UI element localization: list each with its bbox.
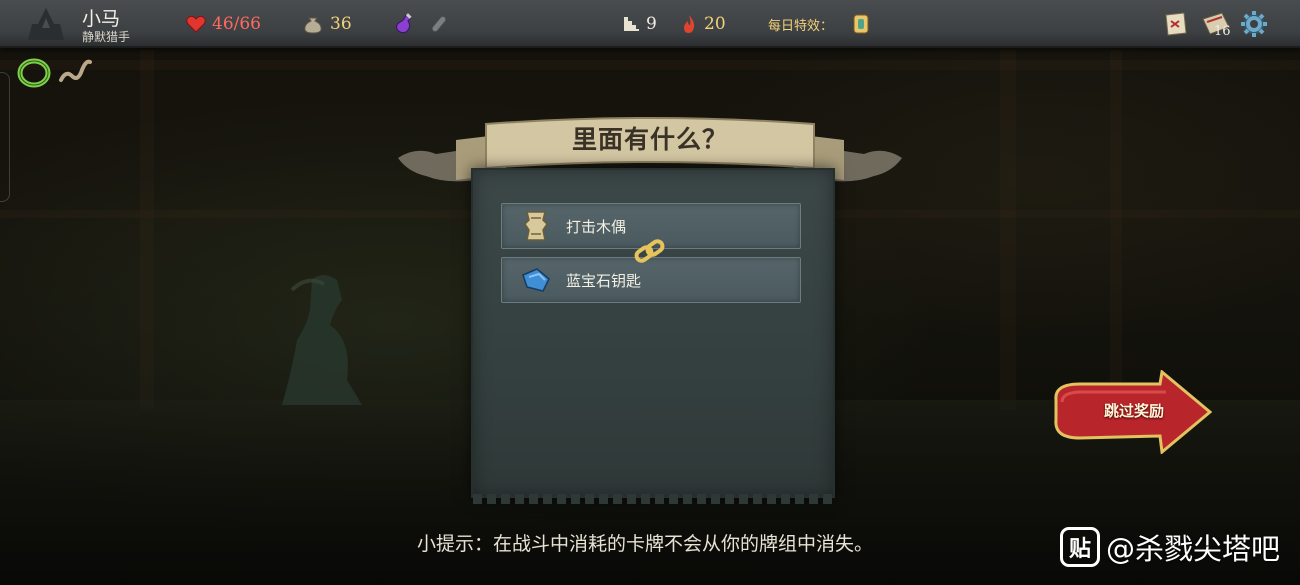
daily-modifiers-label: 每日特效： <box>768 18 834 34</box>
player-character-silhouette <box>282 275 362 405</box>
potion-icon <box>396 13 412 34</box>
ascension-value: 20 <box>704 14 726 34</box>
top-bar: 小马 静默猎手 46/66 36 9 20 每日特效： 16 <box>0 0 1300 48</box>
sapphire-key-icon <box>514 257 558 303</box>
heart-icon <box>186 15 206 33</box>
watermark-text: @杀戮尖塔吧 <box>1105 532 1280 566</box>
floor-value: 9 <box>646 14 657 34</box>
settings-button[interactable] <box>1240 0 1268 48</box>
relic-scroll-icon <box>514 203 558 249</box>
hp-value: 46/66 <box>212 14 261 34</box>
ascension-display[interactable]: 20 <box>680 0 726 48</box>
ring-of-the-snake-icon[interactable] <box>16 56 52 90</box>
empty-potion-slot-icon <box>431 15 447 33</box>
daily-modifiers: 每日特效： <box>768 0 871 48</box>
event-title: 里面有什么？ <box>571 125 728 154</box>
map-button[interactable] <box>1162 0 1188 48</box>
tieba-logo-icon: 贴 <box>1059 527 1100 567</box>
gold-bag-icon <box>304 17 322 34</box>
ascension-flame-icon <box>684 15 695 33</box>
player-name: 小马 <box>82 8 121 30</box>
reward-item-label: 打击木偶 <box>566 217 627 236</box>
deck-button[interactable]: 16 <box>1200 0 1232 48</box>
map-icon <box>1165 12 1187 36</box>
gear-icon <box>1241 11 1267 37</box>
silent-character-icon <box>28 8 64 40</box>
stairs-icon <box>624 17 639 31</box>
floor-display[interactable]: 9 <box>622 0 657 48</box>
worm-relic-icon[interactable] <box>58 56 92 86</box>
gold-value: 36 <box>330 14 352 34</box>
potion-slot-2[interactable] <box>428 0 450 48</box>
linked-reward-chain-icon <box>634 239 665 263</box>
potion-slot-1[interactable] <box>392 0 416 48</box>
reward-item-label: 蓝宝石钥匙 <box>566 271 642 290</box>
forum-watermark: 贴 @杀戮尖塔吧 <box>1059 526 1280 568</box>
skip-rewards-label: 跳过奖励 <box>1103 402 1164 420</box>
deck-count: 16 <box>1214 24 1231 39</box>
hint-text-content: 小提示：在战斗中消耗的卡牌不会从你的牌组中消失。 <box>416 533 873 555</box>
gold-display[interactable]: 36 <box>302 0 352 48</box>
hp-display[interactable]: 46/66 <box>186 0 261 48</box>
relic-bar <box>16 56 92 90</box>
daily-modifier-icon[interactable] <box>851 13 871 35</box>
player-class-title: 静默猎手 <box>82 30 131 44</box>
